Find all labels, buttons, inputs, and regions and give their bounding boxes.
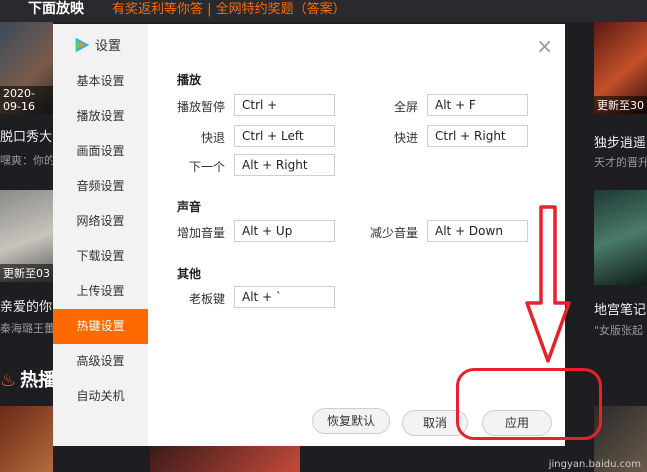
forward-hotkey-input[interactable]: Ctrl + Right [427,125,528,147]
boss-key-label: 老板键 [188,292,225,306]
background-tagline: 有奖返利等你答 | 全网特约奖题（答案） [112,2,346,17]
background-thumbnail[interactable] [594,190,647,285]
nav-basic-settings[interactable]: 基本设置 [53,64,148,99]
flame-icon: ♨ [0,370,17,391]
background-thumbnail[interactable] [0,406,53,472]
volume-down-hotkey-input[interactable]: Alt + Down [427,220,528,242]
watermark: jingyan.baidu.com [548,459,641,470]
nav-hotkey-settings[interactable]: 热键设置 [53,309,148,344]
background-video-sub: 嘿爽：你的 [0,154,55,167]
background-video-sub: 天才的晋升 [594,156,647,169]
annotation-arrow-icon [525,205,571,363]
section-play: 播放 [177,73,202,87]
nav-playback-settings[interactable]: 播放设置 [53,99,148,134]
thumbnail-update: 更新至30 [594,96,647,114]
background-thumbnail[interactable] [150,446,300,472]
nav-network-settings[interactable]: 网络设置 [53,204,148,239]
background-thumbnail[interactable]: 更新至30 [594,22,647,114]
background-thumbnail[interactable]: 更新至03 [0,190,53,282]
background-video-sub: 秦海璐王蕾 [0,322,55,335]
settings-sidebar: 设置 基本设置 播放设置 画面设置 音频设置 网络设置 下载设置 上传设置 热键… [53,24,148,446]
background-video-title[interactable]: 地宫笔记 [594,299,646,318]
nav-download-settings[interactable]: 下载设置 [53,239,148,274]
background-video-sub: "女版张起 [594,324,644,337]
background-video-title[interactable]: 独步逍遥 [594,132,646,151]
section-other: 其他 [177,267,202,281]
section-volume: 声音 [177,200,202,214]
thumbnail-date: 2020-09-16 [0,86,53,114]
background-app-title: 下面放映 [28,1,84,17]
rewind-hotkey-input[interactable]: Ctrl + Left [234,125,335,147]
settings-title: 设置 [95,39,122,54]
pause-hotkey-input[interactable]: Ctrl + [234,94,335,116]
volume-up-label: 增加音量 [176,226,225,240]
volume-down-label: 减少音量 [369,226,418,240]
close-icon[interactable]: × [536,36,553,56]
tencent-video-logo-icon [75,37,90,52]
fullscreen-hotkey-input[interactable]: Alt + F [427,94,528,116]
pause-label: 播放暂停 [176,100,225,114]
next-label: 下一个 [188,160,225,174]
fullscreen-label: 全屏 [393,100,418,114]
nav-audio-settings[interactable]: 音频设置 [53,169,148,204]
background-thumbnail[interactable]: 2020-09-16 [0,22,53,114]
background-video-title[interactable]: 亲爱的你 [0,296,52,315]
background-hot-section: ♨ 热播 [0,366,56,392]
annotation-highlight-box [456,368,602,440]
nav-auto-shutdown[interactable]: 自动关机 [53,379,148,414]
restore-defaults-button[interactable]: 恢复默认 [312,408,390,434]
boss-key-hotkey-input[interactable]: Alt + ` [234,286,335,308]
background-topbar: 下面放映 有奖返利等你答 | 全网特约奖题（答案） [0,0,647,22]
hot-label: 热播 [20,370,57,391]
thumbnail-update: 更新至03 [0,264,53,282]
volume-up-hotkey-input[interactable]: Alt + Up [234,220,335,242]
nav-advanced-settings[interactable]: 高级设置 [53,344,148,379]
nav-picture-settings[interactable]: 画面设置 [53,134,148,169]
forward-label: 快进 [393,131,418,145]
next-hotkey-input[interactable]: Alt + Right [234,154,335,176]
settings-logo: 设置 [73,35,121,54]
nav-upload-settings[interactable]: 上传设置 [53,274,148,309]
rewind-label: 快退 [200,131,225,145]
